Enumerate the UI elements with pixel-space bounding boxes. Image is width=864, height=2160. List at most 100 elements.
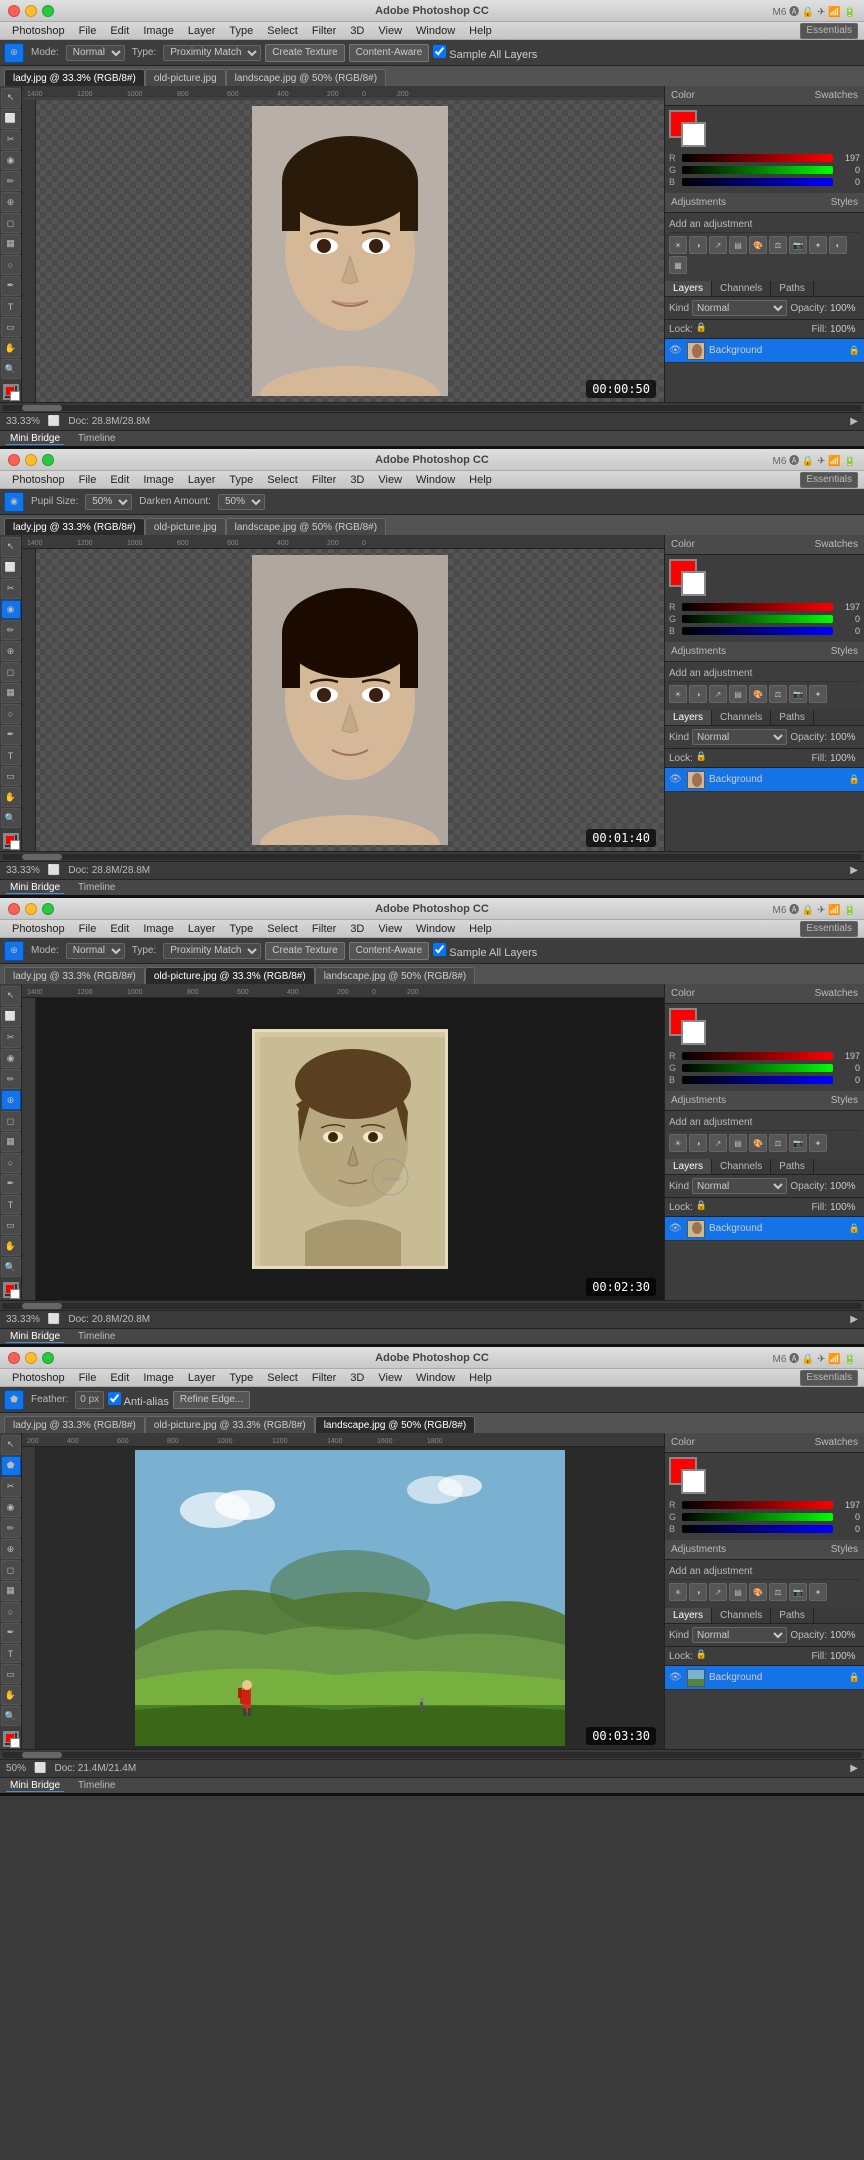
hscroll-thumb-2[interactable] bbox=[22, 854, 62, 860]
layers-tab-4[interactable]: Layers bbox=[665, 1608, 712, 1623]
timeline-tab-2[interactable]: Timeline bbox=[74, 882, 119, 893]
adj-icon-1-2[interactable]: ☀ bbox=[669, 685, 687, 703]
menu-window-3[interactable]: Window bbox=[410, 922, 461, 936]
g-slider-3[interactable] bbox=[682, 1064, 833, 1072]
adj-5-4[interactable]: 🎨 bbox=[749, 1583, 767, 1601]
playback-3[interactable]: ▶ bbox=[850, 1314, 858, 1325]
adj-icon-4-2[interactable]: ▤ bbox=[729, 685, 747, 703]
layers-tab-2[interactable]: Layers bbox=[665, 710, 712, 725]
adj-8-4[interactable]: ✦ bbox=[809, 1583, 827, 1601]
menu-select-1[interactable]: Select bbox=[261, 24, 304, 38]
close-button-4[interactable] bbox=[8, 1352, 20, 1364]
tool-shape-1[interactable]: ▭ bbox=[1, 317, 21, 337]
adj-icon-hue-1[interactable]: 🎨 bbox=[749, 236, 767, 254]
traffic-lights-3[interactable] bbox=[8, 903, 54, 915]
tool-zoom-4[interactable]: 🔍 bbox=[1, 1706, 21, 1726]
tool-spot-1[interactable]: ◉ bbox=[1, 151, 21, 171]
tool-pen-4[interactable]: ✒ bbox=[1, 1623, 21, 1643]
doc-tab-landscape-4[interactable]: landscape.jpg @ 50% (RGB/8#) bbox=[315, 1416, 475, 1433]
tool-hand-1[interactable]: ✋ bbox=[1, 338, 21, 358]
normal-select-2[interactable]: Normal bbox=[692, 729, 787, 745]
tool-clone-3[interactable]: ⊕ bbox=[1, 1090, 21, 1110]
color-swatches-1[interactable] bbox=[669, 110, 709, 150]
doc-tab-old-4[interactable]: old-picture.jpg @ 33.3% (RGB/8#) bbox=[145, 1416, 315, 1433]
adj-icon-2-2[interactable]: ◑ bbox=[689, 685, 707, 703]
menu-select-4[interactable]: Select bbox=[261, 1371, 304, 1385]
layers-tab-3[interactable]: Layers bbox=[665, 1159, 712, 1174]
adj-3-4[interactable]: ↗ bbox=[709, 1583, 727, 1601]
adj-icon-curves-1[interactable]: ↗ bbox=[709, 236, 727, 254]
tool-dodge-2[interactable]: ○ bbox=[1, 704, 21, 724]
maximize-button-3[interactable] bbox=[42, 903, 54, 915]
styles-tab-3[interactable]: Styles bbox=[831, 1095, 858, 1106]
tool-spot-4[interactable]: ◉ bbox=[1, 1498, 21, 1518]
channels-tab-2[interactable]: Channels bbox=[712, 710, 771, 725]
tool-clone-4[interactable]: ⊕ bbox=[1, 1539, 21, 1559]
refine-edge-btn-4[interactable]: Refine Edge... bbox=[173, 1391, 250, 1409]
current-tool-3[interactable]: ⊕ bbox=[4, 941, 24, 961]
tool-dodge-1[interactable]: ○ bbox=[1, 255, 21, 275]
close-button-3[interactable] bbox=[8, 903, 20, 915]
paths-tab-1[interactable]: Paths bbox=[771, 281, 814, 296]
menu-photoshop-4[interactable]: Photoshop bbox=[6, 1371, 71, 1385]
tool-dodge-4[interactable]: ○ bbox=[1, 1602, 21, 1622]
adj-icon-3-2[interactable]: ↗ bbox=[709, 685, 727, 703]
paths-tab-2[interactable]: Paths bbox=[771, 710, 814, 725]
adj-icon-contrast-1[interactable]: ◑ bbox=[689, 236, 707, 254]
adj-icon-6-2[interactable]: ⚖ bbox=[769, 685, 787, 703]
menu-edit-2[interactable]: Edit bbox=[104, 473, 135, 487]
menu-filter-3[interactable]: Filter bbox=[306, 922, 342, 936]
adj-7-3[interactable]: 📷 bbox=[789, 1134, 807, 1152]
doc-tab-old-3[interactable]: old-picture.jpg @ 33.3% (RGB/8#) bbox=[145, 967, 315, 984]
doc-tab-landscape-1[interactable]: landscape.jpg @ 50% (RGB/8#) bbox=[226, 69, 386, 86]
menu-3d-2[interactable]: 3D bbox=[344, 473, 370, 487]
doc-tab-lady-4[interactable]: lady.jpg @ 33.3% (RGB/8#) bbox=[4, 1416, 145, 1433]
adj-icon-bw-1[interactable]: ◐ bbox=[829, 236, 847, 254]
tool-crop-1[interactable]: ✂ bbox=[1, 130, 21, 150]
layer-eye-1[interactable]: 👁 bbox=[669, 345, 683, 356]
menu-help-1[interactable]: Help bbox=[463, 24, 498, 38]
lock-icon-1[interactable]: 🔒 bbox=[696, 322, 710, 336]
close-button-2[interactable] bbox=[8, 454, 20, 466]
mini-bridge-tab-1[interactable]: Mini Bridge bbox=[6, 433, 64, 445]
adj-4-4[interactable]: ▤ bbox=[729, 1583, 747, 1601]
styles-tab-label-1[interactable]: Styles bbox=[831, 197, 858, 208]
minimize-button-1[interactable] bbox=[25, 5, 37, 17]
menu-file-1[interactable]: File bbox=[73, 24, 103, 38]
adj-4-3[interactable]: ▤ bbox=[729, 1134, 747, 1152]
tool-hand-4[interactable]: ✋ bbox=[1, 1685, 21, 1705]
darken-select-2[interactable]: 50% bbox=[218, 494, 265, 510]
r-slider-3[interactable] bbox=[682, 1052, 833, 1060]
sample-all-cb-3[interactable] bbox=[433, 943, 446, 956]
menu-view-3[interactable]: View bbox=[372, 922, 408, 936]
color-swatches-3[interactable] bbox=[669, 1008, 709, 1048]
styles-tab-2[interactable]: Styles bbox=[831, 646, 858, 657]
tool-pen-3[interactable]: ✒ bbox=[1, 1174, 21, 1194]
tool-zoom-3[interactable]: 🔍 bbox=[1, 1257, 21, 1277]
tool-move-2[interactable]: ↖ bbox=[1, 537, 21, 557]
doc-tab-old-1[interactable]: old-picture.jpg bbox=[145, 69, 226, 86]
tool-brush-1[interactable]: ✏ bbox=[1, 171, 21, 191]
menu-window-2[interactable]: Window bbox=[410, 473, 461, 487]
tool-pen-2[interactable]: ✒ bbox=[1, 725, 21, 745]
adj-icon-5-2[interactable]: 🎨 bbox=[749, 685, 767, 703]
tool-clone-1[interactable]: ⊕ bbox=[1, 192, 21, 212]
hscroll-thumb-4[interactable] bbox=[22, 1752, 62, 1758]
normal-select-1[interactable]: Normal bbox=[692, 300, 787, 316]
layers-tab-1[interactable]: Layers bbox=[665, 281, 712, 296]
menu-file-3[interactable]: File bbox=[73, 922, 103, 936]
tool-clone-2[interactable]: ⊕ bbox=[1, 641, 21, 661]
layer-row-background-3[interactable]: 👁 Background 🔒 bbox=[665, 1217, 864, 1241]
timeline-tab-3[interactable]: Timeline bbox=[74, 1331, 119, 1342]
color-swatches-4[interactable] bbox=[669, 1457, 709, 1497]
essentials-btn-2[interactable]: Essentials bbox=[800, 472, 858, 488]
traffic-lights-4[interactable] bbox=[8, 1352, 54, 1364]
normal-select-3[interactable]: Normal bbox=[692, 1178, 787, 1194]
menu-view-2[interactable]: View bbox=[372, 473, 408, 487]
tool-spot-3[interactable]: ◉ bbox=[1, 1049, 21, 1069]
tool-text-1[interactable]: T bbox=[1, 297, 21, 317]
styles-tab-4[interactable]: Styles bbox=[831, 1544, 858, 1555]
paths-tab-3[interactable]: Paths bbox=[771, 1159, 814, 1174]
essentials-btn-1[interactable]: Essentials bbox=[800, 23, 858, 39]
doc-tab-lady-1[interactable]: lady.jpg @ 33.3% (RGB/8#) bbox=[4, 69, 145, 86]
